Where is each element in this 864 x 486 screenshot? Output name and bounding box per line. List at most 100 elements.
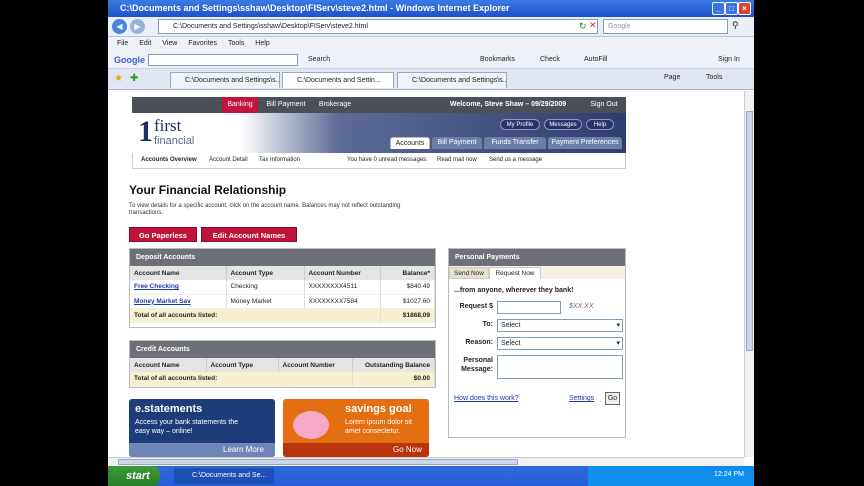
window-title: C:\Documents and Settings\sshaw\Desktop\…: [120, 3, 510, 13]
stop-icon[interactable]: ✕: [589, 20, 597, 31]
start-button[interactable]: start: [108, 466, 160, 486]
menu-help[interactable]: Help: [255, 40, 269, 47]
go-paperless-button[interactable]: Go Paperless: [129, 227, 197, 242]
add-favorite-icon[interactable]: ✚: [130, 73, 138, 84]
amount-hint: $XX.XX: [569, 303, 594, 310]
sign-out-link[interactable]: Sign Out: [586, 97, 622, 113]
google-search-input[interactable]: [148, 54, 298, 66]
minimize-button[interactable]: _: [712, 2, 725, 15]
table-row: Free Checking Checking XXXXXXXX4511 $840…: [130, 280, 435, 295]
intro-text: To view details for a specific account, …: [129, 203, 401, 216]
col-account-number: Account Number: [278, 358, 353, 372]
piggy-bank-icon: [293, 411, 329, 439]
account-number-cell: XXXXXXXX7584: [304, 294, 381, 309]
clock: 12:24 PM: [714, 471, 744, 478]
top-nav: Banking Bill Payment Brokerage Welcome, …: [132, 97, 626, 113]
personal-message-input[interactable]: [497, 355, 623, 379]
subnav-overview[interactable]: Accounts Overview: [141, 153, 197, 168]
account-link-free-checking[interactable]: Free Checking: [134, 283, 179, 290]
page-menu[interactable]: Page: [664, 74, 680, 81]
autofill-button[interactable]: AutoFill: [584, 51, 607, 69]
forward-icon[interactable]: ▶: [130, 19, 145, 34]
scroll-thumb[interactable]: [746, 111, 753, 351]
bookmarks-button[interactable]: Bookmarks: [480, 51, 515, 69]
browser-window: C:\Documents and Settings\sshaw\Desktop\…: [108, 0, 754, 486]
help-button[interactable]: Help: [586, 119, 614, 130]
browser-tab-3[interactable]: C:\Documents and Settings\s...: [397, 72, 507, 88]
table-row: Money Market Sav Money Market XXXXXXXX75…: [130, 294, 435, 309]
taskbar-ie-item[interactable]: C:\Documents and Se...: [174, 468, 274, 484]
total-value: $1868.09: [380, 308, 435, 323]
back-icon[interactable]: ◀: [112, 19, 127, 34]
welcome-text: Welcome, Steve Shaw – 09/29/2009: [449, 101, 567, 108]
request-amount-input[interactable]: [497, 301, 561, 314]
account-type-cell: Money Market: [226, 294, 305, 309]
address-input[interactable]: C:\Documents and Settings\sshaw\Desktop\…: [158, 19, 598, 34]
go-now-link[interactable]: Go Now: [393, 445, 422, 454]
search-input[interactable]: Google: [603, 19, 728, 34]
settings-link[interactable]: Settings: [569, 395, 594, 402]
col-account-number: Account Number: [304, 266, 381, 280]
close-button[interactable]: ×: [738, 2, 751, 15]
estatements-promo[interactable]: e.statements Access your bank statements…: [129, 399, 275, 457]
tab-funds-transfer[interactable]: Funds Transfer: [484, 137, 546, 149]
go-button[interactable]: Go: [605, 392, 620, 405]
nav-banking[interactable]: Banking: [222, 97, 258, 113]
total-label: Total of all accounts listed:: [130, 308, 381, 323]
horizontal-scrollbar[interactable]: [108, 457, 744, 466]
menu-favorites[interactable]: Favorites: [188, 40, 217, 47]
site-header: Banking Bill Payment Brokerage Welcome, …: [132, 97, 626, 175]
tab-payment-preferences[interactable]: Payment Preferences: [548, 137, 622, 149]
check-button[interactable]: Check: [540, 51, 560, 69]
subnav-detail[interactable]: Account Detail: [209, 153, 248, 168]
tab-send-now[interactable]: Send Now: [449, 267, 489, 279]
col-account-type: Account Type: [226, 266, 305, 280]
menu-view[interactable]: View: [162, 40, 177, 47]
personal-payments-title: Personal Payments: [449, 249, 625, 266]
menu-tools[interactable]: Tools: [228, 40, 244, 47]
refresh-icon[interactable]: ↻: [579, 21, 587, 32]
favorites-star-icon[interactable]: ★: [114, 73, 123, 84]
send-message-link[interactable]: Send us a message: [489, 153, 542, 168]
google-search-button[interactable]: Search: [308, 51, 330, 69]
edit-account-names-button[interactable]: Edit Account Names: [201, 227, 297, 242]
nav-brokerage[interactable]: Brokerage: [314, 97, 356, 113]
read-mail-link[interactable]: Read mail now: [437, 153, 477, 168]
tab-bar: ★ ✚ C:\Documents and Settings\s... C:\Do…: [108, 69, 754, 90]
signin-button[interactable]: Sign In: [718, 51, 740, 69]
browser-tab-2[interactable]: C:\Documents and Settin...: [282, 72, 394, 88]
estatements-title: e.statements: [135, 403, 203, 415]
tab-bill-payment[interactable]: Bill Payment: [432, 137, 482, 149]
how-does-this-work-link[interactable]: How does this work?: [454, 395, 519, 402]
account-link-money-market[interactable]: Money Market Sav: [134, 298, 191, 305]
tab-request-now[interactable]: Request Now: [489, 267, 541, 279]
subnav-tax[interactable]: Tax Information: [259, 153, 300, 168]
menu-file[interactable]: File: [117, 40, 128, 47]
google-logo: Google: [114, 55, 145, 65]
personal-payments-panel: Personal Payments Send Now Request Now .…: [448, 248, 626, 438]
nav-bill-payment[interactable]: Bill Payment: [260, 97, 312, 113]
maximize-button[interactable]: □: [725, 2, 738, 15]
first-financial-logo: 1 first financial: [138, 115, 195, 148]
scroll-thumb[interactable]: [118, 459, 518, 465]
browser-tab-1[interactable]: C:\Documents and Settings\s...: [170, 72, 280, 88]
tools-menu[interactable]: Tools: [706, 74, 722, 81]
vertical-scrollbar[interactable]: [744, 91, 754, 457]
savings-goal-promo[interactable]: savings goal Lorem ipsum dolor sit amet …: [283, 399, 429, 457]
tab-accounts[interactable]: Accounts: [390, 137, 430, 149]
col-outstanding-balance: Outstanding Balance: [352, 358, 435, 372]
address-bar-row: ◀ ▶ C:\Documents and Settings\sshaw\Desk…: [108, 17, 754, 37]
my-profile-button[interactable]: My Profile: [500, 119, 540, 130]
reason-select[interactable]: Select ▾: [497, 337, 623, 350]
search-icon[interactable]: ⚲: [732, 20, 739, 31]
chevron-down-icon: ▾: [616, 322, 620, 329]
learn-more-link[interactable]: Learn More: [223, 445, 264, 454]
to-select[interactable]: Select ▾: [497, 319, 623, 332]
personal-message-label: Personal Message:: [461, 357, 493, 373]
col-account-name: Account Name: [130, 358, 207, 372]
unread-messages-text: You have 0 unread messages:: [347, 157, 428, 163]
messages-button[interactable]: Messages: [544, 119, 582, 130]
menu-edit[interactable]: Edit: [139, 40, 151, 47]
credit-accounts-panel: Credit Accounts Account Name Account Typ…: [129, 340, 436, 388]
reason-label: Reason:: [465, 339, 493, 346]
